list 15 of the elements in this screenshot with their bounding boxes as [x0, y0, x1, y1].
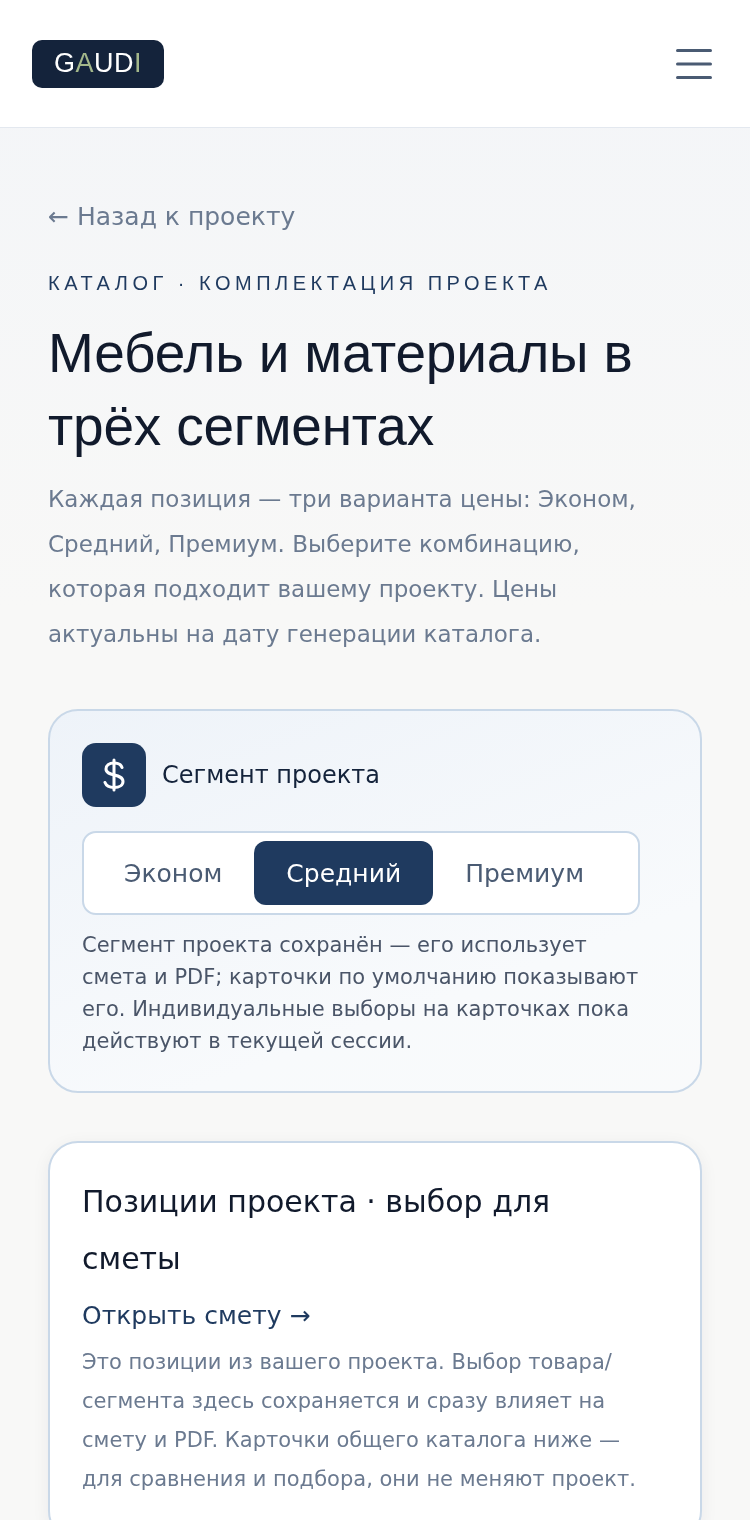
positions-title: Позиции проекта · выбор для сметы — [82, 1183, 552, 1278]
segment-title: Сегмент проекта — [162, 761, 380, 789]
menu-icon[interactable] — [676, 48, 712, 79]
page-title: Мебель и материалы в трёх сегментах — [48, 321, 634, 459]
dollar-icon — [82, 743, 146, 807]
intro-text: Каждая позиция — три варианта цены: Эконом, Средний, Премиум. Выберите комбинацию, которая подходит вашему проекту. Цены актуальны на дату генерации каталога. — [48, 485, 637, 649]
segment-option[interactable]: Средний — [254, 841, 434, 905]
segment-option[interactable]: Эконом — [92, 841, 255, 905]
segment-note: Сегмент проекта сохранён — его использует смета и PDF; карточки по умолчанию показывают его. Индивидуальные выборы на карточках пока действуют в текущей сессии. — [82, 932, 640, 1055]
segment-option[interactable]: Премиум — [433, 841, 616, 905]
back-link[interactable]: ← Назад к проекту — [48, 200, 296, 234]
breadcrumb-label: КАТАЛОГ · КОМПЛЕКТАЦИЯ ПРОЕКТА — [48, 271, 552, 295]
open-estimate-link[interactable]: Открыть смету → — [82, 1299, 311, 1333]
logo[interactable]: GAUDI — [32, 39, 164, 88]
positions-description: Это позиции из вашего проекта. Выбор товара/ сегмента здесь сохраняется и сразу влияет на смету и PDF. Карточки общего каталога ниже — для сравнения и подбора, они не меняют проект. — [82, 1349, 637, 1493]
